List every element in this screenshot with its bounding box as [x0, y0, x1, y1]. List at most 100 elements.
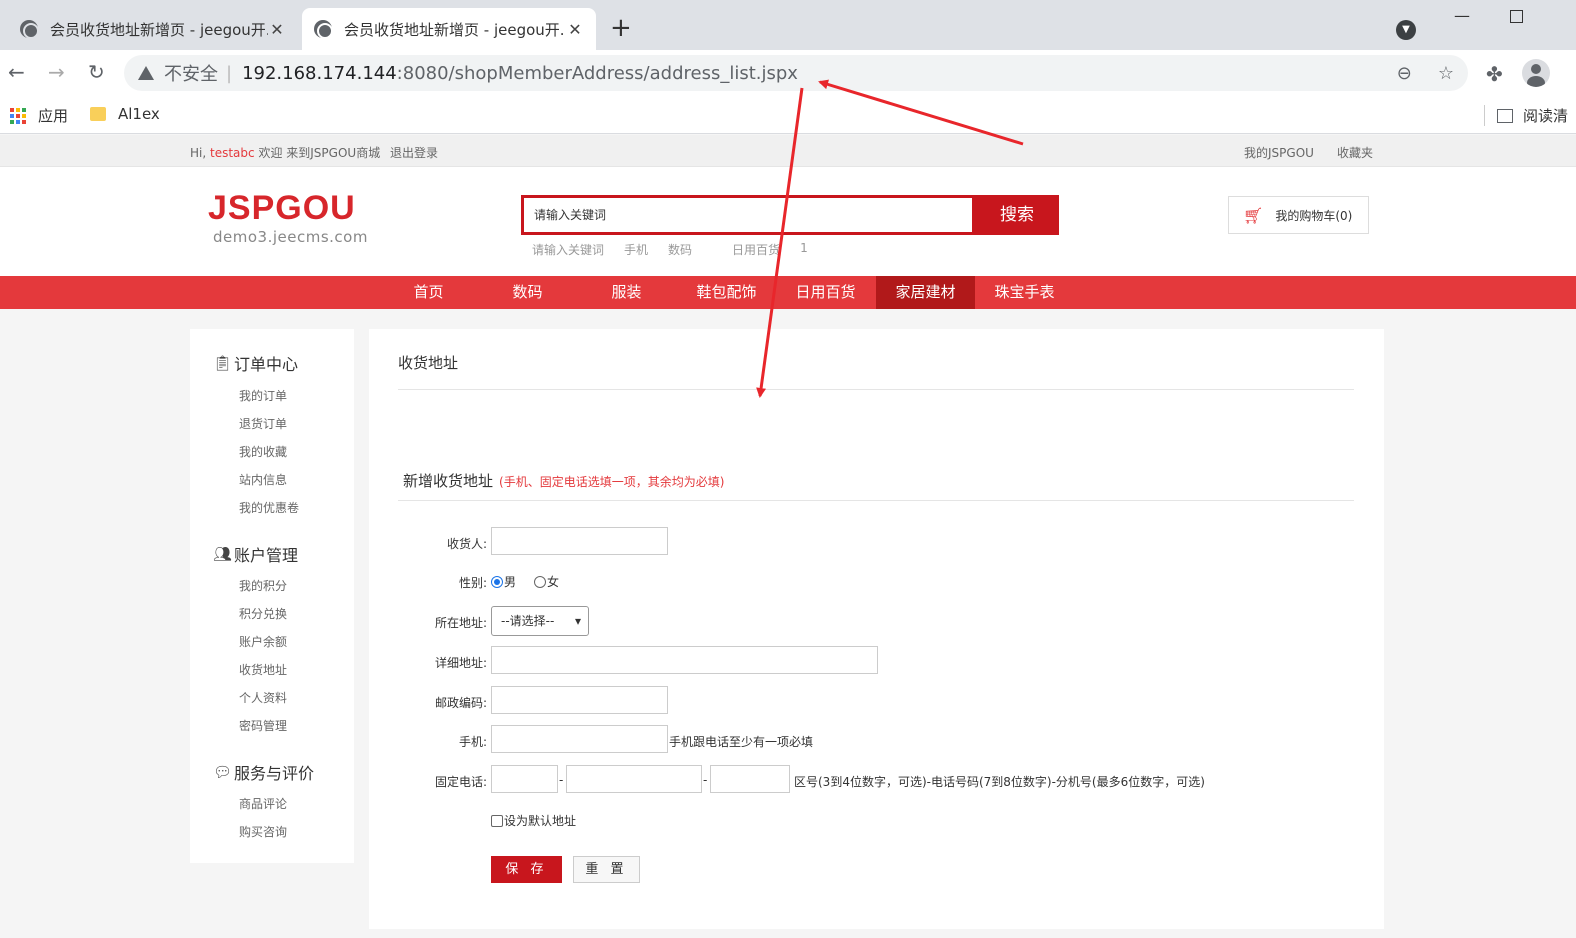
sidebar-item-my-orders[interactable]: 我的订单 — [239, 387, 287, 404]
bookmark-label: Al1ex — [118, 105, 160, 123]
bookmark-apps[interactable]: 应用 — [10, 105, 68, 126]
receiver-input[interactable] — [491, 527, 668, 555]
gender-male-radio[interactable]: 男 — [491, 573, 516, 590]
back-icon[interactable]: ← — [8, 60, 25, 84]
sidebar-item-address[interactable]: 收货地址 — [239, 661, 287, 678]
reset-button[interactable]: 重 置 — [573, 856, 640, 883]
sidebar-item-coupons[interactable]: 我的优惠卷 — [239, 499, 299, 516]
zip-label: 邮政编码: — [434, 696, 487, 710]
sidebar-item-messages[interactable]: 站内信息 — [239, 471, 287, 488]
maximize-icon[interactable] — [1510, 10, 1523, 23]
chat-icon: 💬︎ — [213, 763, 233, 781]
search-button[interactable]: 搜索 — [975, 195, 1059, 235]
nav-bags[interactable]: 鞋包配饰 — [677, 276, 776, 309]
nav-jewelry[interactable]: 珠宝手表 — [975, 276, 1074, 309]
bookmark-al1ex[interactable]: Al1ex — [90, 105, 160, 123]
main-nav: 首页 数码 服装 鞋包配饰 日用百货 家居建材 珠宝手表 — [0, 276, 1576, 309]
tab-title: 会员收货地址新增页 - jeegou开... — [344, 20, 566, 39]
site-logo[interactable]: JSPGOU — [208, 189, 356, 228]
browser-tab-2[interactable]: 会员收货地址新增页 - jeegou开... ✕ — [302, 8, 596, 50]
detail-address-input[interactable] — [491, 646, 878, 674]
cart-label: 我的购物车(0) — [1275, 208, 1353, 223]
nav-home[interactable]: 首页 — [379, 276, 478, 309]
save-button[interactable]: 保 存 — [491, 856, 562, 883]
search-input[interactable]: 请输入关键词 — [521, 195, 975, 235]
browser-toolbar: ← → ↻ 不安全 | 192.168.174.144 :8080/shopMe… — [0, 50, 1576, 96]
extension-input[interactable] — [710, 765, 790, 793]
sidebar-item-favorites[interactable]: 我的收藏 — [239, 443, 287, 460]
radio-label: 男 — [504, 575, 517, 589]
reload-icon[interactable]: ↻ — [88, 60, 105, 84]
browser-tab-bar: 会员收货地址新增页 - jeegou开... ✕ 会员收货地址新增页 - jee… — [0, 0, 1576, 50]
radio-checked-icon — [491, 575, 503, 588]
nav-home-building[interactable]: 家居建材 — [876, 276, 975, 309]
section-service: 💬︎ 服务与评价 — [213, 760, 314, 784]
cart-icon: 🛒︎ — [1243, 205, 1264, 225]
form-title-text: 新增收货地址 — [403, 472, 494, 490]
hot-word[interactable]: 手机 — [624, 241, 648, 258]
nav-daily[interactable]: 日用百货 — [776, 276, 875, 309]
receiver-label: 收货人: — [446, 537, 487, 551]
browser-tab-1[interactable]: 会员收货地址新增页 - jeegou开... ✕ — [8, 8, 298, 50]
area-code-input[interactable] — [491, 765, 558, 793]
site-header: JSPGOU demo3.jeecms.com 请输入关键词 搜索 请输入关键词… — [0, 167, 1576, 276]
hot-word[interactable]: 1 — [800, 241, 808, 258]
radio-unchecked-icon — [534, 575, 546, 588]
bookmarks-bar: 应用 Al1ex 阅读清 — [0, 96, 1576, 134]
chevron-down-icon: ▾ — [574, 614, 581, 628]
sidebar-item-balance[interactable]: 账户余额 — [239, 633, 287, 650]
mobile-input[interactable] — [491, 725, 668, 753]
section-order-center: 📋︎ 订单中心 — [213, 351, 298, 375]
new-tab-button[interactable]: + — [610, 14, 632, 42]
url-path: :8080/shopMemberAddress/address_list.jsp… — [396, 62, 798, 84]
url-host: 192.168.174.144 — [242, 62, 397, 84]
minimize-icon[interactable]: — — [1454, 6, 1470, 25]
zoom-icon[interactable]: ⊖ — [1397, 63, 1412, 84]
address-bar[interactable]: 不安全 | 192.168.174.144 :8080/shopMemberAd… — [124, 55, 1468, 91]
gender-female-radio[interactable]: 女 — [534, 573, 559, 590]
forward-icon[interactable]: → — [48, 60, 65, 84]
site-domain: demo3.jeecms.com — [213, 228, 368, 246]
phone-number-input[interactable] — [566, 765, 702, 793]
cart-button[interactable]: 🛒︎ 我的购物车(0) — [1228, 196, 1369, 234]
order-icon: 📋︎ — [213, 354, 233, 372]
user-icon: 👥︎ — [213, 545, 233, 563]
zip-input[interactable] — [491, 686, 668, 714]
reading-list[interactable]: 阅读清 — [1484, 105, 1568, 126]
mobile-hint: 手机跟电话至少有一项必填 — [669, 735, 814, 749]
sidebar-item-inquiries[interactable]: 购买咨询 — [239, 823, 287, 840]
default-address-checkbox[interactable]: 设为默认地址 — [491, 812, 576, 829]
hot-word[interactable]: 数码 — [668, 241, 692, 258]
hot-word[interactable]: 请输入关键词 — [532, 241, 604, 258]
sidebar-item-password[interactable]: 密码管理 — [239, 717, 287, 734]
username-link[interactable]: testabc — [210, 146, 255, 160]
hot-word[interactable]: 日用百货 — [732, 241, 780, 258]
nav-clothing[interactable]: 服装 — [577, 276, 676, 309]
bookmark-star-icon[interactable]: ☆ — [1438, 63, 1454, 84]
divider — [398, 500, 1354, 501]
my-shop-link[interactable]: 我的JSPGOU — [1244, 144, 1314, 161]
region-label: 所在地址: — [434, 616, 487, 630]
sidebar-item-points[interactable]: 我的积分 — [239, 577, 287, 594]
logout-link[interactable]: 退出登录 — [390, 144, 438, 161]
section-title: 服务与评价 — [234, 764, 315, 783]
sidebar-item-reviews[interactable]: 商品评论 — [239, 795, 287, 812]
nav-digital[interactable]: 数码 — [478, 276, 577, 309]
sidebar-item-return-orders[interactable]: 退货订单 — [239, 415, 287, 432]
profile-avatar[interactable] — [1522, 59, 1550, 87]
page-title: 收货地址 — [398, 354, 459, 372]
tab-search-icon[interactable]: ▼ — [1396, 20, 1416, 40]
extensions-icon[interactable]: ✤ — [1486, 62, 1503, 86]
checkbox-icon — [491, 814, 503, 827]
close-tab-icon[interactable]: ✕ — [566, 20, 584, 39]
address-content: 收货地址 新增收货地址 (手机、固定电话选填一项，其余均为必填) 收货人: 性别:… — [369, 329, 1384, 929]
close-tab-icon[interactable]: ✕ — [268, 20, 286, 39]
form-note: (手机、固定电话选填一项，其余均为必填) — [499, 475, 725, 489]
folder-icon — [90, 107, 106, 121]
sidebar-item-points-exchange[interactable]: 积分兑换 — [239, 605, 287, 622]
warning-icon — [138, 66, 154, 80]
favorites-link[interactable]: 收藏夹 — [1337, 144, 1373, 161]
sidebar-item-profile[interactable]: 个人资料 — [239, 689, 287, 706]
region-select[interactable]: --请选择-- ▾ — [491, 606, 589, 636]
region-value: --请选择-- — [501, 614, 555, 628]
